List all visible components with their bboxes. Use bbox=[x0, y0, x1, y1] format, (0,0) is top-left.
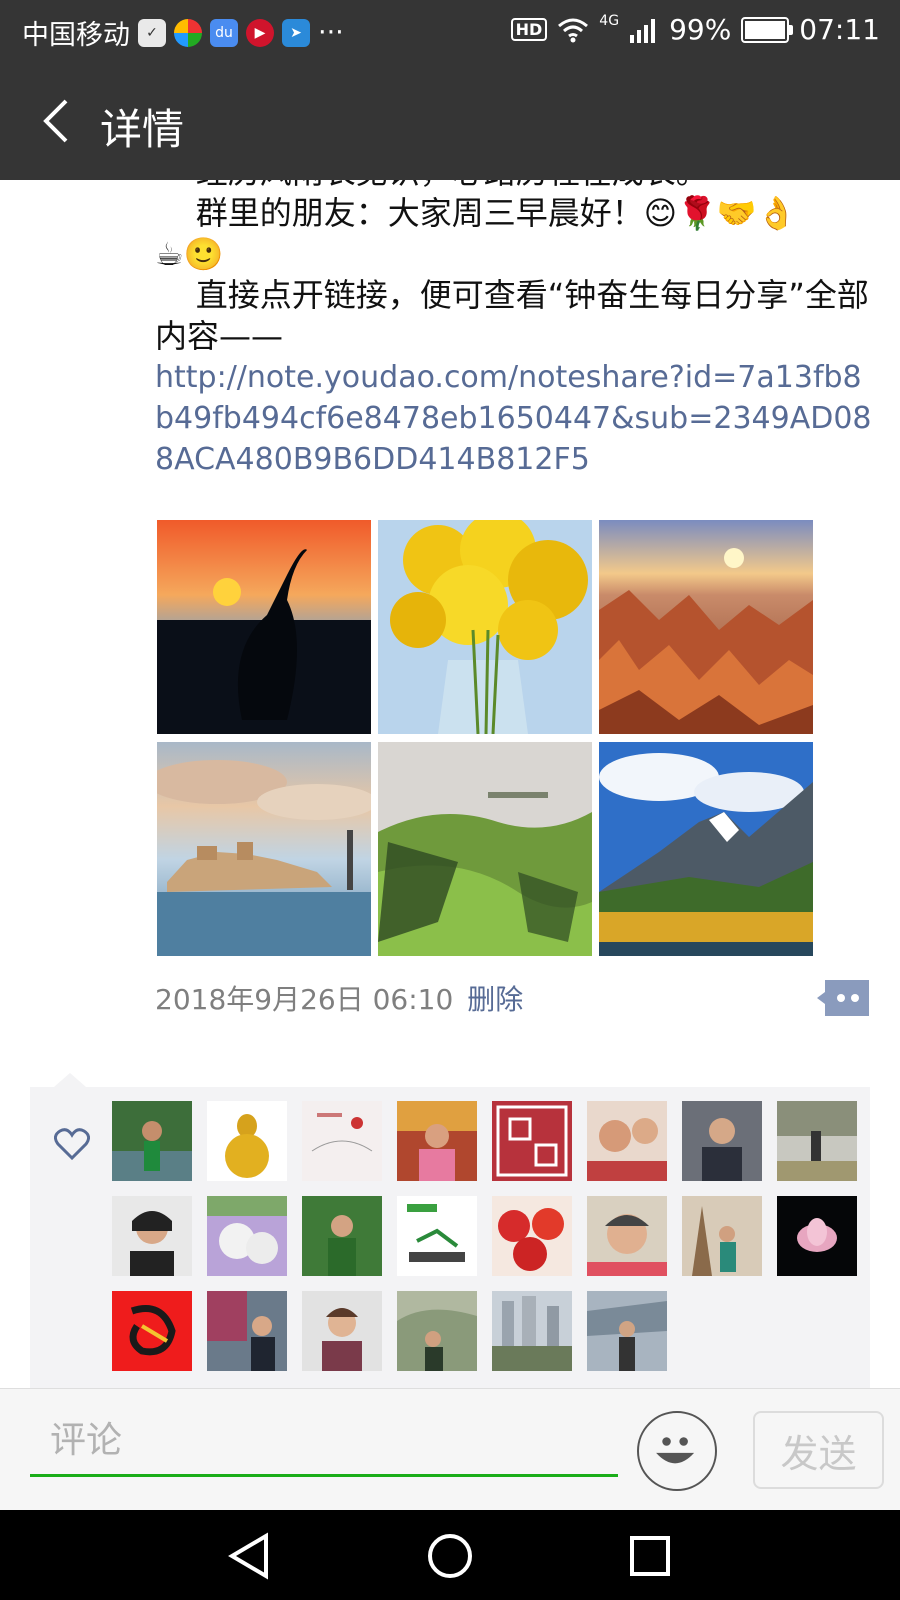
liker-avatar[interactable] bbox=[492, 1196, 572, 1276]
likes-panel-arrow bbox=[54, 1073, 86, 1087]
page-title: 详情 bbox=[100, 105, 185, 154]
liker-avatar[interactable] bbox=[302, 1101, 382, 1181]
post-line-cut: 经历风雨长见识，心路历程在成长。 bbox=[155, 180, 875, 193]
app-notification-icon bbox=[174, 18, 202, 47]
nav-recents-icon[interactable] bbox=[622, 1530, 678, 1582]
photo-snow-mountain[interactable] bbox=[599, 742, 813, 956]
liker-avatar[interactable] bbox=[492, 1101, 572, 1181]
battery-percent: 99% bbox=[669, 13, 732, 46]
send-app-icon: ➤ bbox=[282, 18, 310, 47]
comment-dots-icon bbox=[817, 980, 869, 1016]
network-type-label: 4G bbox=[599, 13, 620, 29]
heart-icon bbox=[54, 1128, 90, 1161]
liker-avatars bbox=[112, 1101, 857, 1371]
back-button[interactable] bbox=[28, 92, 84, 150]
emoji-button[interactable] bbox=[637, 1411, 717, 1491]
liker-avatar[interactable] bbox=[302, 1291, 382, 1371]
photo-yellow-flowers[interactable] bbox=[378, 520, 592, 734]
liker-avatar[interactable] bbox=[777, 1196, 857, 1276]
baidu-icon: du bbox=[210, 18, 238, 47]
liker-avatar[interactable] bbox=[397, 1101, 477, 1181]
send-button[interactable]: 发送 bbox=[753, 1411, 884, 1489]
post-line-emoji: ☕🙂 bbox=[155, 235, 224, 273]
liker-avatar[interactable] bbox=[112, 1291, 192, 1371]
title-bar: 详情 bbox=[0, 62, 900, 180]
comment-bar: 发送 bbox=[0, 1388, 900, 1511]
hd-badge: HD bbox=[510, 18, 548, 41]
photo-crane-sunset[interactable] bbox=[157, 520, 371, 734]
liker-avatar[interactable] bbox=[777, 1101, 857, 1181]
liker-avatar[interactable] bbox=[207, 1196, 287, 1276]
liker-avatar[interactable] bbox=[207, 1291, 287, 1371]
post-detail: 经历风雨长见识，心路历程在成长。 群里的朋友：大家周三早晨好！😊🌹🤝👌 ☕🙂 直… bbox=[0, 180, 900, 1388]
battery-fill bbox=[745, 20, 785, 39]
post-timestamp: 2018年9月26日 06:10 bbox=[155, 983, 454, 1016]
vpn-icon: ✓ bbox=[138, 18, 166, 47]
photo-canyon-sunrise[interactable] bbox=[599, 520, 813, 734]
carrier-label: 中国移动 bbox=[22, 20, 130, 51]
liker-avatar[interactable] bbox=[397, 1291, 477, 1371]
smiley-icon bbox=[656, 1437, 695, 1464]
photo-green-hills[interactable] bbox=[378, 742, 592, 956]
comment-input[interactable] bbox=[30, 1407, 618, 1477]
liker-avatar[interactable] bbox=[492, 1291, 572, 1371]
clock: 07:11 bbox=[799, 13, 880, 46]
comment-action-button[interactable] bbox=[817, 980, 869, 1016]
nav-home-icon[interactable] bbox=[422, 1530, 478, 1582]
wifi-icon bbox=[558, 18, 589, 42]
liker-avatar[interactable] bbox=[207, 1101, 287, 1181]
liker-avatar[interactable] bbox=[397, 1196, 477, 1276]
nav-back-icon[interactable] bbox=[222, 1530, 278, 1582]
system-nav-bar bbox=[0, 1510, 900, 1600]
liker-avatar[interactable] bbox=[112, 1101, 192, 1181]
signal-icon bbox=[630, 18, 656, 43]
delete-button[interactable]: 删除 bbox=[467, 978, 523, 1018]
liker-avatar[interactable] bbox=[587, 1291, 667, 1371]
post-line-greeting: 群里的朋友：大家周三早晨好！😊🌹🤝👌 bbox=[155, 194, 797, 232]
likes-panel bbox=[30, 1087, 870, 1388]
liker-avatar[interactable] bbox=[682, 1101, 762, 1181]
post-text: 经历风雨长见识，心路历程在成长。 群里的朋友：大家周三早晨好！😊🌹🤝👌 ☕🙂 直… bbox=[155, 180, 875, 480]
photo-grid bbox=[157, 520, 817, 956]
battery-icon bbox=[741, 16, 794, 43]
post-line-instruction: 直接点开链接，便可查看“钟奋生每日分享”全部内容—— bbox=[155, 276, 869, 355]
status-bar: 中国移动 ✓ du ▶ ➤ ··· HD 4G 99% 07:11 bbox=[0, 0, 900, 62]
liker-avatar[interactable] bbox=[302, 1196, 382, 1276]
liker-avatar[interactable] bbox=[682, 1196, 762, 1276]
youdao-note-link[interactable]: http://note.youdao.com/noteshare?id=7a13… bbox=[155, 357, 875, 480]
video-app-icon: ▶ bbox=[246, 18, 274, 47]
chevron-left-icon bbox=[43, 99, 68, 143]
liker-avatar[interactable] bbox=[112, 1196, 192, 1276]
liker-avatar[interactable] bbox=[587, 1101, 667, 1181]
liker-avatar[interactable] bbox=[587, 1196, 667, 1276]
more-notifications-label: ··· bbox=[318, 17, 344, 48]
post-meta: 2018年9月26日 06:10 删除 bbox=[155, 978, 523, 1018]
photo-coastal-town[interactable] bbox=[157, 742, 371, 956]
